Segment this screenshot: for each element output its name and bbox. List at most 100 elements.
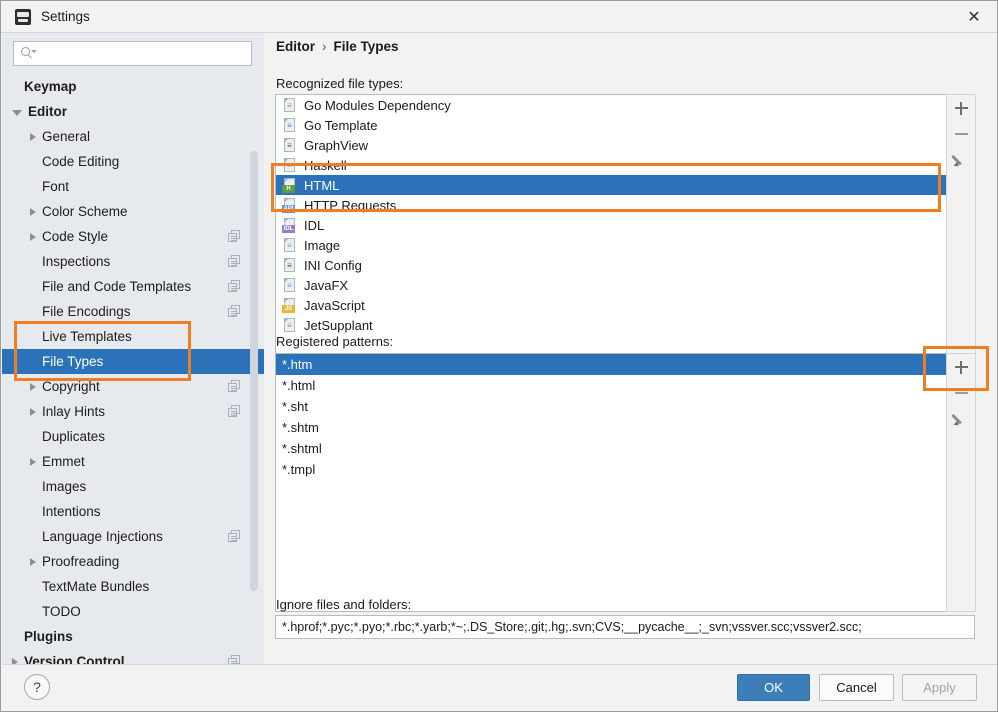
pattern-row[interactable]: *.html <box>276 375 974 396</box>
remove-pattern-button[interactable] <box>947 380 975 406</box>
generic-file-icon: ≡ <box>282 318 297 333</box>
sidebar-item-live-templates[interactable]: Live Templates <box>2 324 264 349</box>
sidebar-item-duplicates[interactable]: Duplicates <box>2 424 264 449</box>
sidebar-item-keymap[interactable]: Keymap <box>2 74 264 99</box>
title-bar: Settings ✕ <box>1 1 997 33</box>
chevron-right-icon[interactable] <box>30 408 36 416</box>
window-title: Settings <box>41 9 90 24</box>
sidebar-item-images[interactable]: Images <box>2 474 264 499</box>
file-type-row[interactable]: ≡JetSupplant <box>276 315 974 335</box>
chevron-right-icon[interactable] <box>30 133 36 141</box>
copy-settings-icon[interactable] <box>228 405 240 417</box>
help-button[interactable]: ? <box>24 674 50 700</box>
sidebar-item-label: File Encodings <box>42 304 131 319</box>
pattern-text: *.shtml <box>282 441 322 456</box>
chevron-right-icon[interactable] <box>30 558 36 566</box>
sidebar-item-label: Duplicates <box>42 429 105 444</box>
ok-button[interactable]: OK <box>737 674 810 701</box>
file-type-row[interactable]: ≡INI Config <box>276 255 974 275</box>
sidebar-item-emmet[interactable]: Emmet <box>2 449 264 474</box>
sidebar-item-label: Language Injections <box>42 529 163 544</box>
file-type-row[interactable]: ≡Go Template <box>276 115 974 135</box>
patterns-toolbar <box>946 353 976 612</box>
sidebar-scrollbar-thumb[interactable] <box>250 151 258 591</box>
pattern-row[interactable]: *.shtm <box>276 417 974 438</box>
js-file-icon: JS <box>282 298 297 313</box>
sidebar-item-code-editing[interactable]: Code Editing <box>2 149 264 174</box>
pattern-row[interactable]: *.sht <box>276 396 974 417</box>
chevron-right-icon[interactable] <box>30 383 36 391</box>
sidebar-item-code-style[interactable]: Code Style <box>2 224 264 249</box>
copy-settings-icon[interactable] <box>228 380 240 392</box>
file-type-row[interactable]: ≡ Haskell <box>276 155 974 175</box>
sidebar-item-general[interactable]: General <box>2 124 264 149</box>
search-input[interactable] <box>38 46 238 62</box>
copy-settings-icon[interactable] <box>228 530 240 542</box>
ignore-files-input[interactable]: *.hprof;*.pyc;*.pyo;*.rbc;*.yarb;*~;.DS_… <box>275 615 975 639</box>
sidebar-item-plugins[interactable]: Plugins <box>2 624 264 649</box>
sidebar-item-textmate-bundles[interactable]: TextMate Bundles <box>2 574 264 599</box>
haskell-icon: ≡ <box>282 158 297 173</box>
search-box[interactable] <box>13 41 252 66</box>
file-type-row[interactable]: ≡JavaFX <box>276 275 974 295</box>
sidebar-item-proofreading[interactable]: Proofreading <box>2 549 264 574</box>
sidebar-item-file-and-code-templates[interactable]: File and Code Templates <box>2 274 264 299</box>
chevron-right-icon[interactable] <box>30 233 36 241</box>
settings-tree: Keymap Editor General Code Editing Font Color… <box>2 72 264 666</box>
file-type-row[interactable]: ≡GraphView <box>276 135 974 155</box>
edit-file-type-button[interactable] <box>947 147 975 173</box>
sidebar-item-copyright[interactable]: Copyright <box>2 374 264 399</box>
sidebar-item-label: Intentions <box>42 504 101 519</box>
sidebar-item-inlay-hints[interactable]: Inlay Hints <box>2 399 264 424</box>
add-pattern-button[interactable] <box>947 354 975 380</box>
sidebar-item-font[interactable]: Font <box>2 174 264 199</box>
graph-icon: ≡ <box>282 138 297 153</box>
registered-patterns-list[interactable]: *.htm*.html*.sht*.shtm *.shtml *.tmpl <box>275 353 975 612</box>
sidebar-item-inspections[interactable]: Inspections <box>2 249 264 274</box>
file-types-panel: Editor › File Types Recognized file type… <box>264 33 997 666</box>
sidebar-item-label: Code Editing <box>42 154 119 169</box>
pattern-row[interactable]: *.shtml <box>276 438 974 459</box>
file-type-row[interactable]: ≡Image <box>276 235 974 255</box>
sidebar-item-file-encodings[interactable]: File Encodings <box>2 299 264 324</box>
sidebar-scrollbar[interactable] <box>250 73 258 633</box>
pattern-row[interactable]: *.tmpl <box>276 459 974 480</box>
breadcrumb: Editor › File Types <box>276 39 399 54</box>
sidebar-item-color-scheme[interactable]: Color Scheme <box>2 199 264 224</box>
recognized-file-types-list[interactable]: ≡Go Modules Dependency≡Go Template≡Graph… <box>275 94 975 356</box>
file-type-name: HTTP Requests <box>304 198 396 213</box>
file-type-row[interactable]: IDLIDL <box>276 215 974 235</box>
apply-button[interactable]: Apply <box>902 674 977 701</box>
copy-settings-icon[interactable] <box>228 280 240 292</box>
chevron-down-icon[interactable] <box>12 110 22 116</box>
file-type-row[interactable]: APIHTTP Requests <box>276 195 974 215</box>
copy-settings-icon[interactable] <box>228 230 240 242</box>
settings-sidebar: Keymap Editor General Code Editing Font Color… <box>2 33 264 666</box>
cancel-button[interactable]: Cancel <box>819 674 894 701</box>
sidebar-item-editor[interactable]: Editor <box>2 99 264 124</box>
file-type-row[interactable]: HHTML <box>276 175 974 195</box>
copy-settings-icon[interactable] <box>228 305 240 317</box>
edit-pattern-button[interactable] <box>947 406 975 432</box>
sidebar-item-todo[interactable]: TODO <box>2 599 264 624</box>
chevron-right-icon[interactable] <box>30 208 36 216</box>
add-file-type-button[interactable] <box>947 95 975 121</box>
sidebar-item-intentions[interactable]: Intentions <box>2 499 264 524</box>
file-type-row[interactable]: ≡Go Modules Dependency <box>276 95 974 115</box>
remove-file-type-button[interactable] <box>947 121 975 147</box>
breadcrumb-parent[interactable]: Editor <box>276 39 315 54</box>
sidebar-item-language-injections[interactable]: Language Injections <box>2 524 264 549</box>
pattern-row[interactable]: *.htm <box>276 354 974 375</box>
file-type-name: IDL <box>304 218 324 233</box>
sidebar-item-label: Editor <box>28 104 67 119</box>
sidebar-item-label: TODO <box>42 604 81 619</box>
chevron-right-icon[interactable] <box>30 458 36 466</box>
file-type-row[interactable]: JSJavaScript <box>276 295 974 315</box>
sidebar-item-label: Color Scheme <box>42 204 128 219</box>
lines-doc-icon: ≡ <box>282 98 297 113</box>
copy-settings-icon[interactable] <box>228 255 240 267</box>
sidebar-item-label: TextMate Bundles <box>42 579 149 594</box>
file-type-name: Haskell <box>304 158 347 173</box>
close-icon[interactable]: ✕ <box>951 1 997 32</box>
sidebar-item-file-types[interactable]: File Types <box>2 349 264 374</box>
